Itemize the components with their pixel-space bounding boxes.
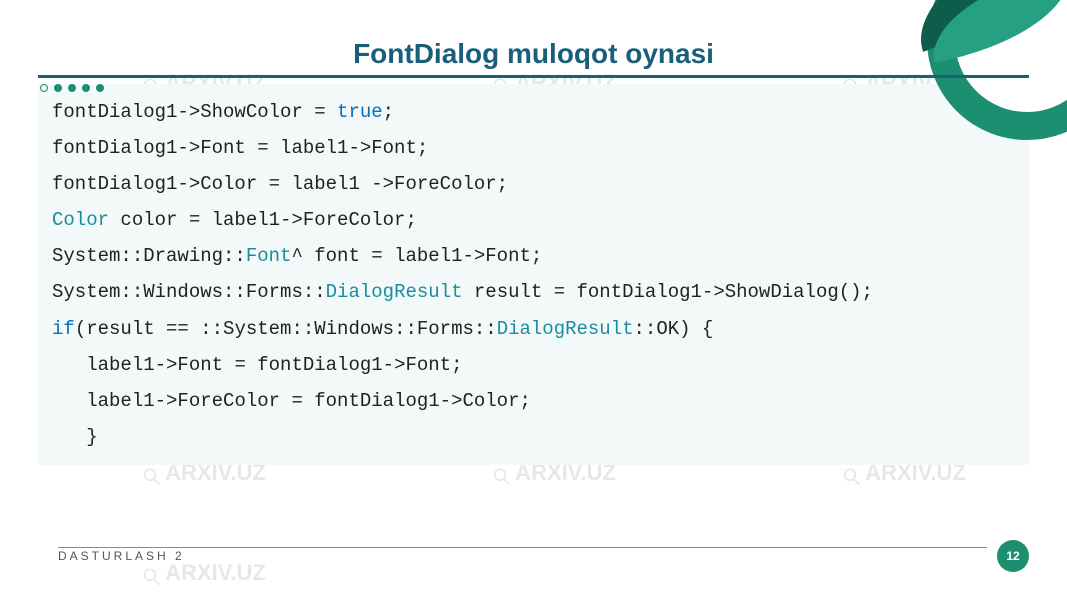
footer: DASTURLASH 2 12 <box>58 540 1029 572</box>
keyword-type: Font <box>246 245 292 267</box>
code-line: label1->ForeColor = fontDialog1->Color; <box>52 383 1015 419</box>
code-line: System::Windows::Forms::DialogResult res… <box>52 274 1015 310</box>
code-line: label1->Font = fontDialog1->Font; <box>52 347 1015 383</box>
keyword-type: DialogResult <box>326 281 463 303</box>
progress-dots <box>40 84 104 92</box>
code-line: } <box>52 419 1015 455</box>
code-block: fontDialog1->ShowColor = true; fontDialo… <box>38 84 1029 465</box>
dot-filled <box>82 84 90 92</box>
page-number-badge: 12 <box>997 540 1029 572</box>
code-line: Color color = label1->ForeColor; <box>52 202 1015 238</box>
keyword-true: true <box>337 101 383 123</box>
keyword-type: Color <box>52 209 109 231</box>
code-line: fontDialog1->Color = label1 ->ForeColor; <box>52 166 1015 202</box>
code-line: System::Drawing::Font^ font = label1->Fo… <box>52 238 1015 274</box>
slide-title: FontDialog muloqot oynasi <box>0 38 1067 70</box>
title-underline <box>38 75 1029 78</box>
keyword-if: if <box>52 318 75 340</box>
corner-decoration <box>827 0 1067 140</box>
code-line: if(result == ::System::Windows::Forms::D… <box>52 311 1015 347</box>
dot-outline <box>40 84 48 92</box>
dot-filled <box>68 84 76 92</box>
dot-filled <box>96 84 104 92</box>
footer-text: DASTURLASH 2 <box>58 549 185 563</box>
dot-filled <box>54 84 62 92</box>
keyword-enum: DialogResult <box>497 318 634 340</box>
